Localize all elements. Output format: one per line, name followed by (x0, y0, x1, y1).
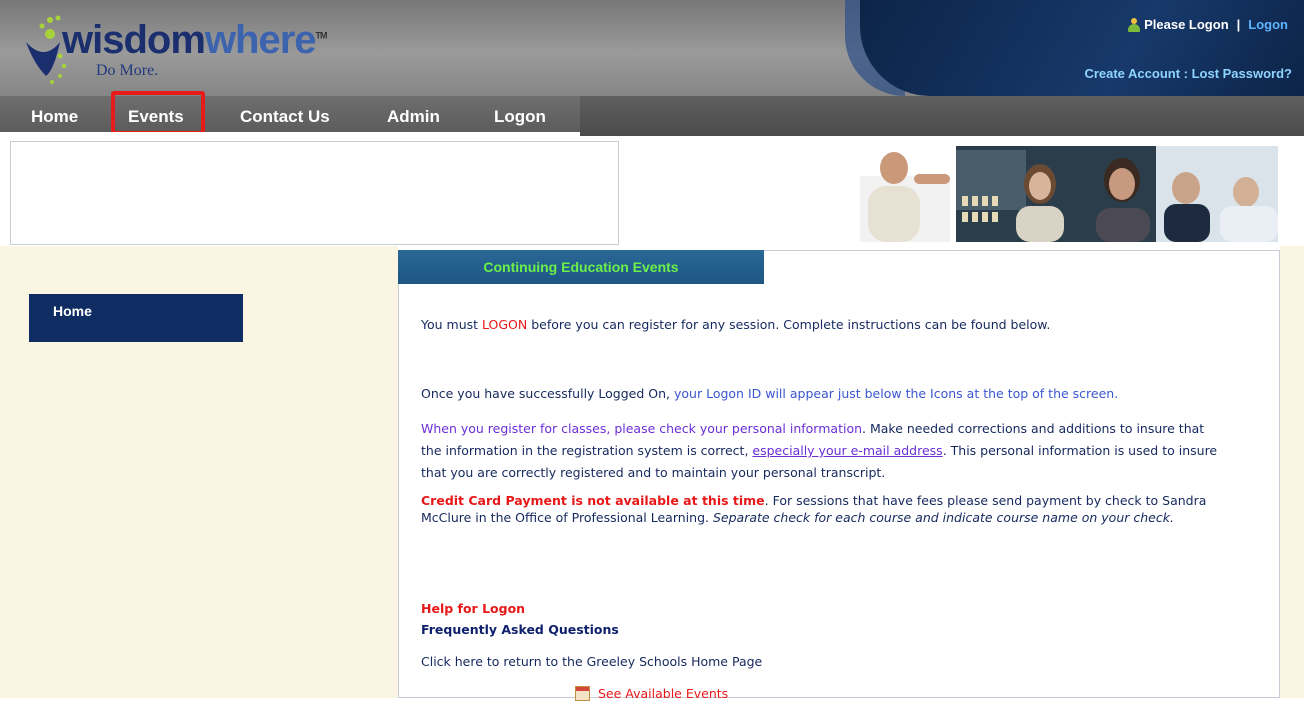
payment-paragraph: Credit Card Payment is not available at … (421, 493, 1207, 525)
please-logon-label: Please Logon (1144, 17, 1229, 32)
nav-home[interactable]: Home (31, 107, 78, 127)
user-icon (1128, 17, 1141, 32)
logo-brand-part2: where (204, 18, 317, 62)
banner-box (10, 141, 619, 245)
create-account-lost-password-link[interactable]: Create Account : Lost Password? (1084, 66, 1292, 81)
nav-logon[interactable]: Logon (494, 107, 546, 127)
banner-photo-strip (860, 146, 1278, 242)
personal-info-paragraph: When you register for classes, please ch… (421, 421, 1218, 480)
events-highlight-box (111, 91, 205, 135)
account-status: Please Logon | Logon (1128, 17, 1288, 32)
account-separator: | (1236, 17, 1241, 32)
logo-figure-icon (26, 15, 67, 84)
logon-required-paragraph: You must LOGON before you can register f… (421, 317, 1051, 332)
calendar-icon (575, 686, 590, 701)
logo-brand-part1: wisdom (62, 18, 206, 62)
logo-tagline: Do More. (96, 62, 159, 79)
nav-bar-extension (580, 96, 1304, 136)
logon-emphasis: LOGON (482, 317, 528, 332)
see-available-events-link[interactable]: See Available Events (575, 686, 728, 701)
logon-id-paragraph: Once you have successfully Logged On, yo… (421, 386, 1119, 401)
email-address-link[interactable]: especially your e-mail address (752, 443, 942, 458)
wisdomwhere-logo[interactable]: wisdomwhereTM Do More. (20, 12, 360, 92)
faq-link[interactable]: Frequently Asked Questions (421, 622, 619, 637)
nav-contact-us[interactable]: Contact Us (240, 107, 330, 127)
tab-continuing-education-events: Continuing Education Events (398, 250, 764, 284)
account-panel (860, 0, 1304, 96)
header-logon-link[interactable]: Logon (1248, 17, 1288, 32)
logo-trademark: TM (315, 30, 328, 41)
nav-underline (0, 132, 580, 138)
help-for-logon-link[interactable]: Help for Logon (421, 601, 525, 616)
logo-wordmark: wisdomwhereTM (62, 18, 328, 63)
greeley-schools-link[interactable]: Click here to return to the Greeley Scho… (421, 654, 762, 669)
banner-photos-image (860, 146, 1278, 242)
nav-admin[interactable]: Admin (387, 107, 440, 127)
sidebar-item-home[interactable]: Home (29, 294, 243, 342)
page-right-margin (1280, 246, 1304, 698)
